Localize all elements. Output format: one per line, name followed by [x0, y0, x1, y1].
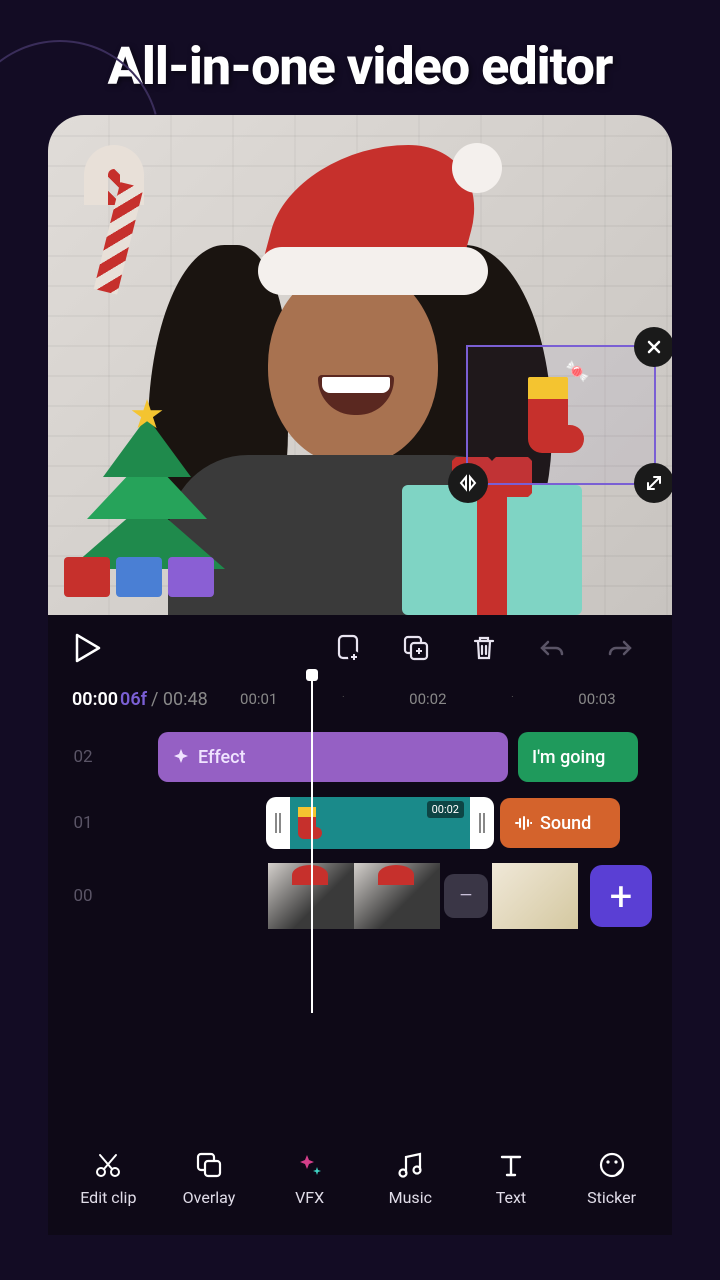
music-tool[interactable]: Music — [365, 1150, 455, 1207]
candy-cane-sticker[interactable] — [84, 145, 144, 295]
time-display: 00:00 06f / 00:48 00:01 · 00:02 · 00:03 — [48, 681, 672, 717]
current-frame: 06f — [120, 689, 147, 710]
sticker-icon — [597, 1150, 627, 1180]
track-number: 02 — [48, 747, 118, 767]
stocking-sticker[interactable]: 🍬 — [528, 377, 584, 453]
delete-icon[interactable] — [468, 632, 500, 664]
vfx-tool[interactable]: VFX — [265, 1150, 355, 1207]
current-time: 00:00 — [72, 689, 118, 710]
text-clip[interactable]: I'm going — [518, 732, 638, 782]
sticker-tool[interactable]: Sticker — [567, 1150, 657, 1207]
add-to-icon[interactable] — [332, 632, 364, 664]
video-thumb[interactable] — [354, 863, 440, 929]
clip-trim-right[interactable] — [470, 797, 494, 849]
undo-icon[interactable] — [536, 632, 568, 664]
playhead[interactable] — [311, 673, 313, 1013]
sound-clip[interactable]: Sound — [500, 798, 620, 848]
clip-duration-badge: 00:02 — [427, 801, 464, 818]
duplicate-icon[interactable] — [400, 632, 432, 664]
close-icon[interactable] — [634, 327, 672, 367]
christmas-tree-sticker[interactable]: ★ — [62, 387, 232, 597]
track-number: 01 — [48, 813, 118, 833]
flip-horizontal-icon[interactable] — [448, 463, 488, 503]
track-1[interactable]: 01 00:02 Sound — [48, 795, 672, 851]
edit-clip-tool[interactable]: Edit clip — [63, 1150, 153, 1207]
timeline[interactable]: 02 Effect I'm going 01 00:02 — [48, 717, 672, 953]
time-ruler[interactable]: 00:01 · 00:02 · 00:03 — [208, 690, 648, 708]
play-button[interactable] — [72, 631, 106, 665]
scissors-icon — [93, 1150, 123, 1180]
track-number: 00 — [48, 886, 118, 906]
sparkle-icon — [295, 1150, 325, 1180]
clip-trim-left[interactable] — [266, 797, 290, 849]
music-icon — [395, 1150, 425, 1180]
editor-screen: ★ 🍬 — [48, 115, 672, 1235]
tool-bar: Edit clip Overlay VFX Music Text — [48, 1132, 672, 1235]
sticker-clip[interactable]: 00:02 — [266, 797, 494, 849]
resize-icon[interactable] — [634, 463, 672, 503]
video-thumb[interactable] — [492, 863, 578, 929]
track-2[interactable]: 02 Effect I'm going — [48, 729, 672, 785]
add-clip-button[interactable]: + — [590, 865, 652, 927]
overlay-icon — [194, 1150, 224, 1180]
selected-sticker-bounds[interactable]: 🍬 — [466, 345, 656, 485]
transition-button[interactable]: − — [444, 874, 488, 918]
effect-clip[interactable]: Effect — [158, 732, 508, 782]
redo-icon[interactable] — [604, 632, 636, 664]
overlay-tool[interactable]: Overlay — [164, 1150, 254, 1207]
playback-controls — [48, 615, 672, 681]
text-icon — [496, 1150, 526, 1180]
text-tool[interactable]: Text — [466, 1150, 556, 1207]
total-time: / 00:48 — [151, 689, 208, 710]
track-0[interactable]: 00 − + — [48, 861, 672, 931]
video-preview[interactable]: ★ 🍬 — [48, 115, 672, 615]
